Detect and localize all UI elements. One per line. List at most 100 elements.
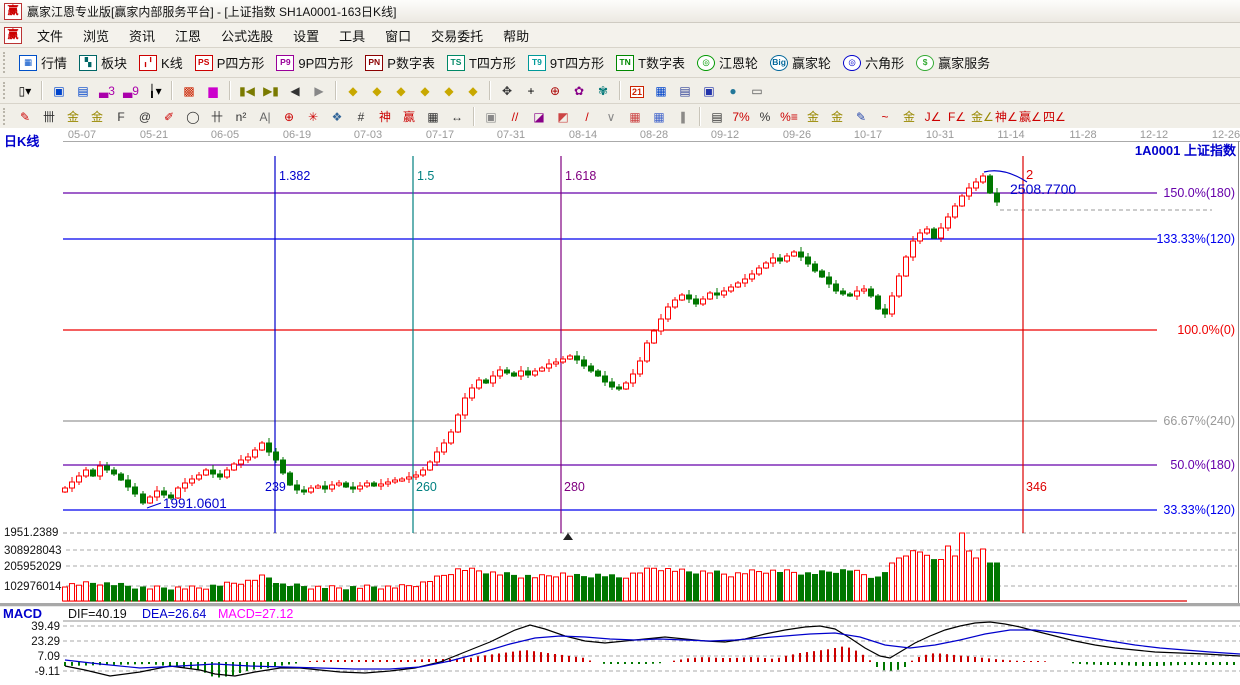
gann-wheel-button[interactable]: ◎ 江恩轮 <box>691 51 764 74</box>
f-angle-icon[interactable]: F∠ <box>946 107 968 127</box>
percent-red-icon[interactable]: 7% <box>730 107 752 127</box>
gold-level-icon[interactable]: 金 <box>898 107 920 127</box>
gold-ruler-1-icon[interactable]: 金 <box>62 107 84 127</box>
pattern-window-icon[interactable]: ▣ <box>48 81 70 101</box>
ma-bars-3-icon[interactable]: ▃3 <box>96 81 118 101</box>
clipboard-icon[interactable]: ▤ <box>72 81 94 101</box>
pattern-red-icon[interactable]: ▩ <box>178 81 200 101</box>
menu-item-3[interactable]: 江恩 <box>165 24 211 47</box>
comb-ruler-icon[interactable]: 卄 <box>206 107 228 127</box>
v-lines-icon[interactable]: ∨ <box>600 107 622 127</box>
menu-item-9[interactable]: 帮助 <box>493 24 539 47</box>
analysis-brain-icon[interactable]: ✾ <box>592 81 614 101</box>
notepad-icon[interactable]: ▤ <box>674 81 696 101</box>
width-arrow-icon[interactable]: ↔ <box>446 107 468 127</box>
gold-ruler-2-icon[interactable]: 金 <box>86 107 108 127</box>
volume-bar <box>427 581 433 602</box>
crosshair-icon[interactable]: + <box>520 81 542 101</box>
calendar-21-icon[interactable]: 21 <box>626 81 648 101</box>
gold-angle-icon[interactable]: 金∠ <box>970 107 994 127</box>
menu-item-2[interactable]: 资讯 <box>119 24 165 47</box>
quotes-button[interactable]: ▦ 行情 <box>13 51 73 74</box>
diamond-scroll-right-icon[interactable]: ◆ <box>366 81 388 101</box>
grid-red-icon[interactable]: ▦ <box>624 107 646 127</box>
nav-last-icon[interactable]: ▶▮ <box>260 81 282 101</box>
quote-marks-icon[interactable]: # <box>350 107 372 127</box>
toolbar-grip[interactable] <box>3 107 9 126</box>
four-angle-icon[interactable]: 四∠ <box>1042 107 1066 127</box>
p-square-button[interactable]: PS P四方形 <box>189 51 271 74</box>
nav-prev-icon[interactable]: ◀ <box>284 81 306 101</box>
diamond-expand-icon[interactable]: ◆ <box>462 81 484 101</box>
menu-item-1[interactable]: 浏览 <box>73 24 119 47</box>
p-number-table-button[interactable]: PN P数字表 <box>359 51 441 74</box>
menu-item-5[interactable]: 设置 <box>283 24 329 47</box>
9p-square-button[interactable]: P9 9P四方形 <box>270 51 359 74</box>
nav-next-icon[interactable]: ▶ <box>308 81 330 101</box>
circle-cycle-icon[interactable]: ◯ <box>182 107 204 127</box>
diamond-zoom-in-icon[interactable]: ◆ <box>438 81 460 101</box>
win-ruler-icon[interactable]: 赢 <box>398 107 420 127</box>
candle-period-dropdown-icon[interactable]: ▯▾ <box>14 81 36 101</box>
grid-blue-icon[interactable]: ▦ <box>648 107 670 127</box>
ma-bars-9-icon[interactable]: ▃9 <box>120 81 142 101</box>
parallel-lines-icon[interactable]: ∥ <box>672 107 694 127</box>
god-angle-icon[interactable]: 神∠ <box>994 107 1018 127</box>
knife-red-icon[interactable]: ✐ <box>158 107 180 127</box>
browser-globe-icon[interactable]: ● <box>722 81 744 101</box>
hexagon-button[interactable]: ◎ 六角形 <box>837 51 910 74</box>
diamond-zoom-out-icon[interactable]: ◆ <box>390 81 412 101</box>
grid-123-icon[interactable]: ▦ <box>422 107 444 127</box>
toolbar-grip[interactable] <box>3 52 9 73</box>
stats-table-icon[interactable]: ▤ <box>706 107 728 127</box>
star-grid-icon[interactable]: ✳ <box>302 107 324 127</box>
menu-item-4[interactable]: 公式选股 <box>211 24 283 47</box>
menu-item-7[interactable]: 窗口 <box>375 24 421 47</box>
hand-pan-icon[interactable]: ✥ <box>496 81 518 101</box>
calculator-icon[interactable]: ▦ <box>650 81 672 101</box>
grid-target-icon[interactable]: ❖ <box>326 107 348 127</box>
menu-item-6[interactable]: 工具 <box>329 24 375 47</box>
fan-lines-icon[interactable]: / <box>576 107 598 127</box>
candle-style-dropdown-icon[interactable]: ╽▾ <box>144 81 166 101</box>
f-ruler-icon[interactable]: F <box>110 107 132 127</box>
menu-item-0[interactable]: 文件 <box>27 24 73 47</box>
kline-button[interactable]: ╻╹ K线 <box>133 51 189 74</box>
t-square-button[interactable]: TS T四方形 <box>441 51 522 74</box>
spiral-icon[interactable]: @ <box>134 107 156 127</box>
fan-red-icon[interactable]: // <box>504 107 526 127</box>
gold-circle-1-icon[interactable]: 金 <box>802 107 824 127</box>
gold-circle-2-icon[interactable]: 金 <box>826 107 848 127</box>
target-red-icon[interactable]: ⊕ <box>278 107 300 127</box>
menu-item-8[interactable]: 交易委托 <box>421 24 493 47</box>
brush-tool-icon[interactable]: ✎ <box>850 107 872 127</box>
diamond-compress-icon[interactable]: ◆ <box>414 81 436 101</box>
color-histogram-icon[interactable]: ▆ <box>202 81 224 101</box>
percent-lines-icon[interactable]: %≡ <box>778 107 800 127</box>
diamond-scroll-left-icon[interactable]: ◆ <box>342 81 364 101</box>
toolbar-grip[interactable] <box>3 81 9 100</box>
j-angle-icon[interactable]: J∠ <box>922 107 944 127</box>
kline-chart-canvas[interactable]: 05-07 05-21 06-05 06-19 07-03 07-17 07-31 08-14… <box>0 128 1240 682</box>
time-ruler-icon[interactable]: 卌 <box>38 107 60 127</box>
winner-wheel-button[interactable]: Big 赢家轮 <box>764 51 837 74</box>
win-angle-icon[interactable]: 赢∠ <box>1018 107 1042 127</box>
save-icon[interactable]: ▣ <box>698 81 720 101</box>
angle-mirror-icon[interactable]: A| <box>254 107 276 127</box>
winner-service-button[interactable]: $ 赢家服务 <box>910 51 996 74</box>
9t-square-button[interactable]: T9 9T四方形 <box>522 51 610 74</box>
fan-box-purple-icon[interactable]: ◪ <box>528 107 550 127</box>
percent-icon[interactable]: % <box>754 107 776 127</box>
nav-first-icon[interactable]: ▮◀ <box>236 81 258 101</box>
god-ruler-icon[interactable]: 神 <box>374 107 396 127</box>
box-select-icon[interactable]: ▣ <box>480 107 502 127</box>
zoom-pin-icon[interactable]: ⊕ <box>544 81 566 101</box>
n-squared-icon[interactable]: n² <box>230 107 252 127</box>
t-number-table-button[interactable]: TN T数字表 <box>610 51 691 74</box>
remote-computer-icon[interactable]: ▭ <box>746 81 768 101</box>
wave-tool-icon[interactable]: ~ <box>874 107 896 127</box>
fan-box-red-icon[interactable]: ◩ <box>552 107 574 127</box>
sectors-button[interactable]: ▚ 板块 <box>73 51 133 74</box>
gann-tools-icon[interactable]: ✿ <box>568 81 590 101</box>
draw-knife-icon[interactable]: ✎ <box>14 107 36 127</box>
